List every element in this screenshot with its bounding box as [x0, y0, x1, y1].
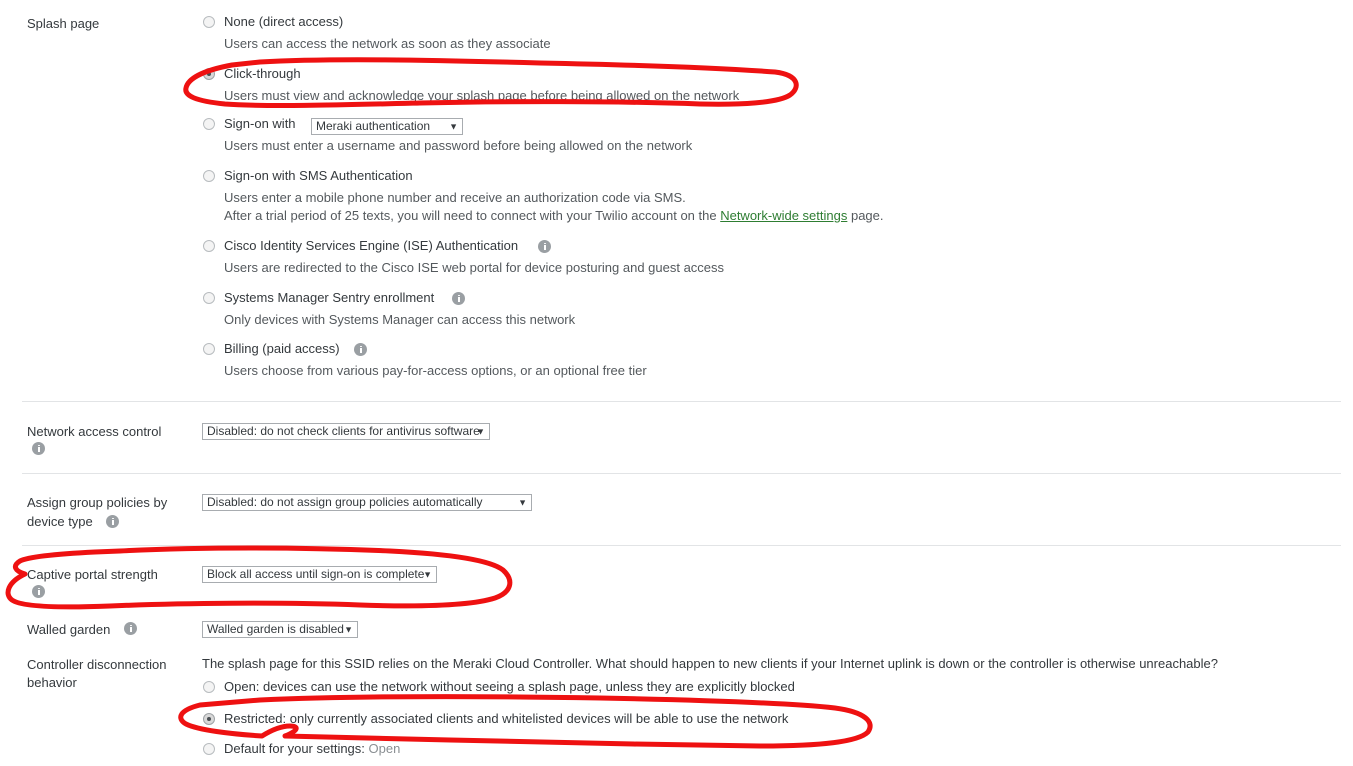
info-icon-sm-sentry[interactable]: [452, 292, 465, 305]
info-icon-walled-garden[interactable]: [124, 622, 137, 635]
controller-option-default-title: Default for your settings: Open: [224, 741, 400, 757]
annotation-overlay: [5, 57, 873, 749]
controller-default-value: Open: [368, 741, 401, 756]
controller-label-line1: Controller disconnection: [27, 657, 167, 672]
captive-portal-label: Captive portal strength: [27, 567, 158, 582]
controller-label-line2: behavior: [27, 675, 77, 690]
radio-controller-open[interactable]: [203, 681, 215, 693]
divider-1: [22, 401, 1341, 402]
splash-option-sms-desc2: After a trial period of 25 texts, you wi…: [224, 208, 884, 224]
splash-option-sm-sentry-desc: Only devices with Systems Manager can ac…: [224, 312, 576, 327]
group-policies-value: Disabled: do not assign group policies a…: [207, 495, 483, 509]
info-icon-cisco-ise[interactable]: [538, 240, 551, 253]
info-icon-group-policies[interactable]: [106, 515, 119, 528]
controller-option-restricted-title: Restricted: only currently associated cl…: [224, 711, 789, 726]
splash-option-click-through-desc: Users must view and acknowledge your spl…: [224, 88, 740, 103]
sign-on-method-dropdown[interactable]: Meraki authentication ▼: [311, 118, 463, 135]
group-policies-label-line1: Assign group policies by: [27, 495, 168, 510]
splash-option-none-desc: Users can access the network as soon as …: [224, 36, 551, 51]
sign-on-method-value: Meraki authentication: [316, 119, 431, 133]
network-wide-settings-link[interactable]: Network-wide settings: [720, 208, 847, 223]
walled-garden-label: Walled garden: [27, 622, 111, 637]
captive-portal-dropdown[interactable]: Block all access until sign-on is comple…: [202, 566, 437, 583]
network-access-control-label: Network access control: [27, 424, 162, 439]
radio-billing[interactable]: [203, 343, 215, 355]
walled-garden-dropdown[interactable]: Walled garden is disabled ▼: [202, 621, 358, 638]
radio-click-through[interactable]: [203, 68, 215, 80]
splash-option-sign-on-title: Sign-on with: [224, 116, 296, 131]
sms-desc2-post: page.: [847, 208, 884, 223]
splash-option-none-title: None (direct access): [224, 14, 344, 29]
chevron-down-icon: ▼: [344, 624, 353, 634]
info-icon-captive-portal[interactable]: [32, 585, 45, 598]
splash-option-sm-sentry-title: Systems Manager Sentry enrollment: [224, 290, 435, 305]
settings-page: Splash page None (direct access) Users c…: [0, 0, 1353, 766]
chevron-down-icon: ▼: [423, 569, 432, 579]
splash-option-billing-desc: Users choose from various pay-for-access…: [224, 363, 647, 378]
splash-option-cisco-ise-desc: Users are redirected to the Cisco ISE we…: [224, 260, 725, 275]
radio-cisco-ise[interactable]: [203, 240, 215, 252]
controller-default-prefix: Default for your settings:: [224, 741, 369, 756]
splash-page-label: Splash page: [27, 16, 100, 31]
divider-3: [22, 545, 1341, 546]
radio-controller-default[interactable]: [203, 743, 215, 755]
radio-none[interactable]: [203, 16, 215, 28]
divider-2: [22, 473, 1341, 474]
splash-option-billing-title: Billing (paid access): [224, 341, 340, 356]
group-policies-dropdown[interactable]: Disabled: do not assign group policies a…: [202, 494, 532, 511]
radio-sm-sentry[interactable]: [203, 292, 215, 304]
chevron-down-icon: ▼: [449, 121, 458, 131]
controller-intro-text: The splash page for this SSID relies on …: [202, 656, 1218, 671]
chevron-down-icon: ▼: [476, 426, 485, 436]
controller-option-open-title: Open: devices can use the network withou…: [224, 679, 795, 694]
captive-portal-value: Block all access until sign-on is comple…: [207, 567, 425, 581]
walled-garden-value: Walled garden is disabled: [207, 622, 344, 636]
radio-sms[interactable]: [203, 170, 215, 182]
network-access-control-value: Disabled: do not check clients for antiv…: [207, 424, 480, 438]
info-icon-billing[interactable]: [354, 343, 367, 356]
network-access-control-dropdown[interactable]: Disabled: do not check clients for antiv…: [202, 423, 490, 440]
splash-option-click-through-title: Click-through: [224, 66, 301, 81]
splash-option-cisco-ise-title: Cisco Identity Services Engine (ISE) Aut…: [224, 238, 519, 253]
radio-controller-restricted[interactable]: [203, 713, 215, 725]
chevron-down-icon: ▼: [518, 497, 527, 507]
splash-option-sms-title: Sign-on with SMS Authentication: [224, 168, 413, 183]
splash-option-sms-desc: Users enter a mobile phone number and re…: [224, 190, 686, 205]
splash-option-sign-on-desc: Users must enter a username and password…: [224, 138, 693, 153]
sms-desc2-pre: After a trial period of 25 texts, you wi…: [224, 208, 721, 223]
radio-sign-on[interactable]: [203, 118, 215, 130]
info-icon-network-access-control[interactable]: [32, 442, 45, 455]
